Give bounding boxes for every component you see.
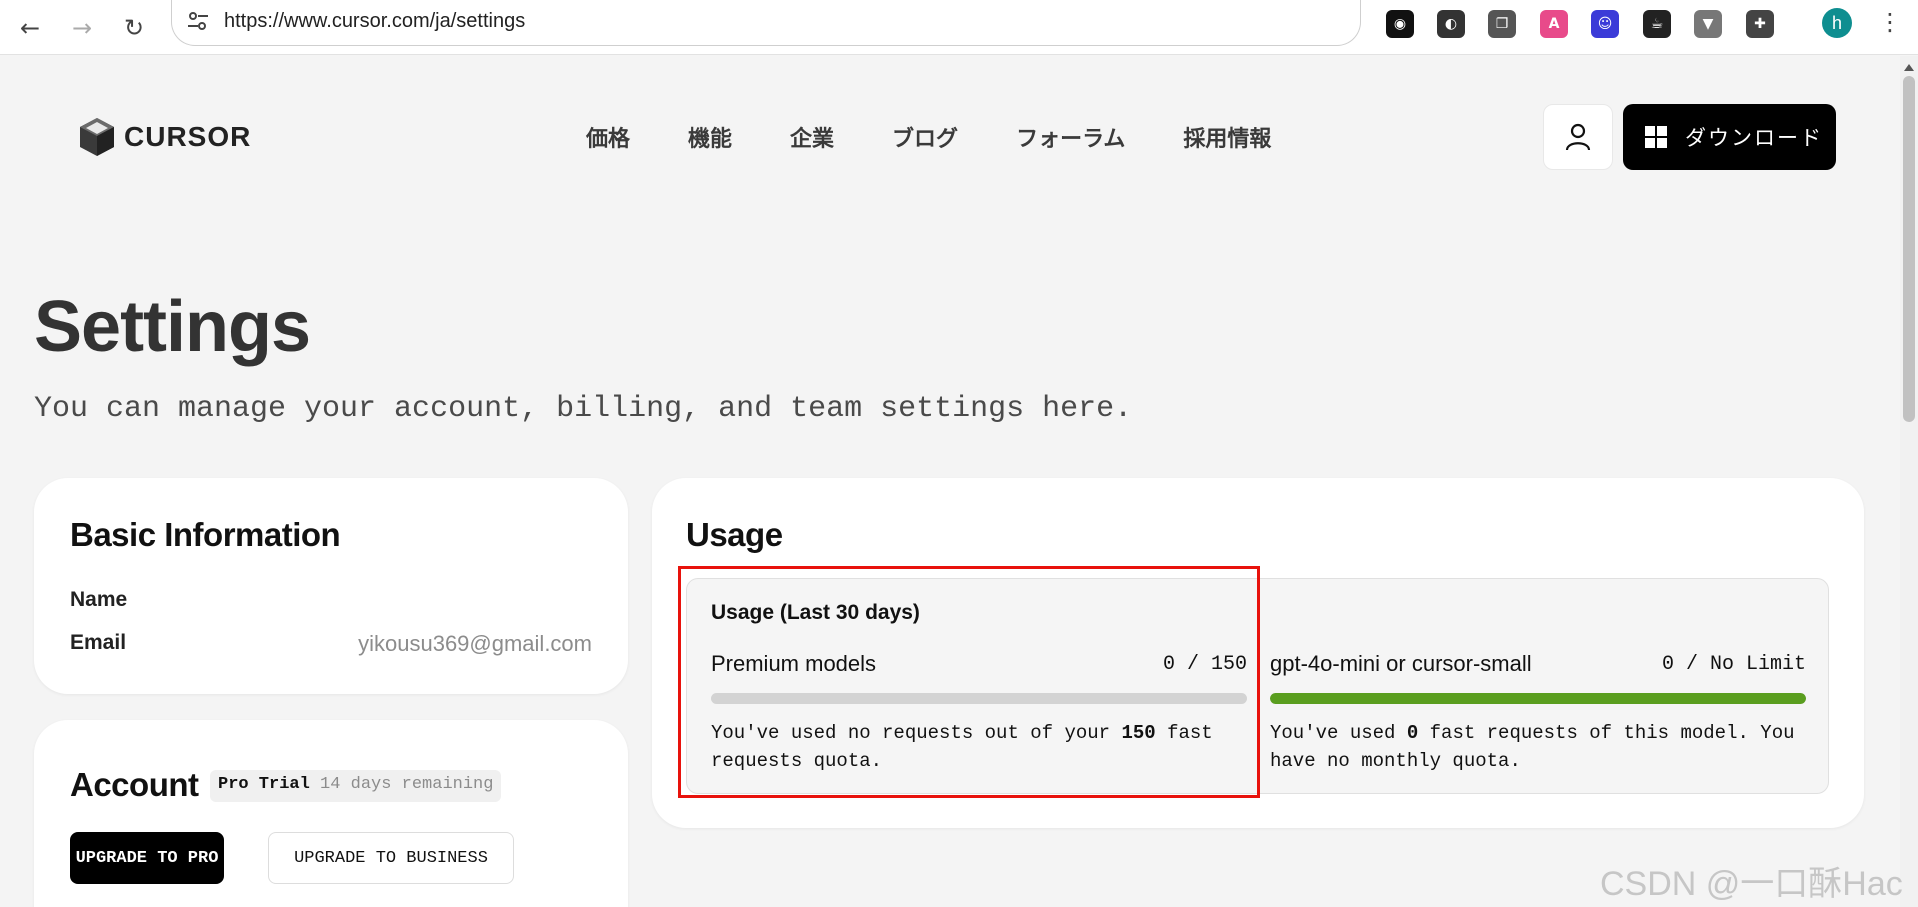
nav-blog[interactable]: ブログ xyxy=(892,121,958,153)
model-count: 0 / No Limit xyxy=(1661,653,1806,676)
name-label: Name xyxy=(70,588,128,611)
usage-progress-fill xyxy=(1270,693,1806,704)
basic-information-title: Basic Information xyxy=(70,516,341,553)
back-icon[interactable]: ← xyxy=(10,8,50,48)
usage-title: Usage xyxy=(686,516,783,553)
plan-name: Pro Trial xyxy=(218,775,310,794)
windows-icon xyxy=(1645,126,1667,148)
cup-extension-icon[interactable]: ☕ xyxy=(1643,10,1671,38)
plan-remaining: 14 days remaining xyxy=(320,775,494,794)
mask-extension-icon[interactable]: ◉ xyxy=(1386,10,1414,38)
plan-badge: Pro Trial 14 days remaining xyxy=(210,770,502,802)
cursor-cube-icon xyxy=(80,118,114,156)
desc-pre: You've used xyxy=(1270,722,1407,744)
account-button[interactable] xyxy=(1543,104,1613,170)
annotation-highlight-box xyxy=(678,566,1260,798)
usage-progress-bar xyxy=(1270,693,1806,704)
page-subtitle: You can manage your account, billing, an… xyxy=(34,392,1133,426)
address-bar[interactable]: https://www.cursor.com/ja/settings xyxy=(171,0,1361,46)
reload-icon[interactable]: ↻ xyxy=(114,8,154,48)
profile-avatar[interactable]: h xyxy=(1822,8,1852,38)
usage-description: You've used 0 fast requests of this mode… xyxy=(1270,719,1806,775)
nav-features[interactable]: 機能 xyxy=(688,121,732,153)
browser-menu-icon[interactable]: ⋮ xyxy=(1878,8,1902,38)
nav-enterprise[interactable]: 企業 xyxy=(790,121,834,153)
page-title: Settings xyxy=(34,287,311,367)
cursor-logo[interactable]: CURSOR xyxy=(78,116,251,158)
scroll-up-arrow-icon[interactable] xyxy=(1904,64,1914,71)
copy-extension-icon[interactable]: ❐ xyxy=(1488,10,1516,38)
email-label: Email xyxy=(70,631,127,654)
top-navigation: 価格 機能 企業 ブログ フォーラム 採用情報 xyxy=(586,121,1329,153)
upgrade-to-business-button[interactable]: UPGRADE TO BUSINESS xyxy=(268,832,514,884)
site-settings-icon[interactable] xyxy=(186,9,210,33)
desc-used: 0 xyxy=(1406,722,1419,744)
scroll-thumb[interactable] xyxy=(1903,76,1915,422)
vue-extension-icon[interactable]: ▼ xyxy=(1694,10,1722,38)
model-name: gpt-4o-mini or cursor-small xyxy=(1270,651,1532,676)
download-label: ダウンロード xyxy=(1685,126,1823,150)
translate-extension-icon[interactable]: A xyxy=(1540,10,1568,38)
logo-text: CURSOR xyxy=(124,121,252,152)
watermark: CSDN @一口酥Hac xyxy=(1600,865,1903,903)
url-text[interactable]: https://www.cursor.com/ja/settings xyxy=(224,10,525,33)
face-extension-icon[interactable]: ☺ xyxy=(1591,10,1619,38)
forward-icon[interactable]: → xyxy=(62,8,102,48)
upgrade-to-pro-button[interactable]: UPGRADE TO PRO xyxy=(70,832,224,884)
download-button[interactable]: ダウンロード xyxy=(1623,104,1836,170)
nav-careers[interactable]: 採用情報 xyxy=(1183,121,1271,153)
user-icon xyxy=(1565,123,1591,151)
spy-extension-icon[interactable]: ◐ xyxy=(1437,10,1465,38)
nav-forum[interactable]: フォーラム xyxy=(1016,121,1125,153)
email-value: yikousu369@gmail.com xyxy=(358,631,592,656)
account-card: Account Pro Trial 14 days remaining UPGR… xyxy=(34,720,628,907)
browser-toolbar: ← → ↻ https://www.cursor.com/ja/settings… xyxy=(0,0,1918,55)
nav-pricing[interactable]: 価格 xyxy=(586,121,630,153)
puzzle-extension-icon[interactable]: ✚ xyxy=(1746,10,1774,38)
account-title: Account xyxy=(70,766,199,803)
basic-information-card: Basic Information Name Email yikousu369@… xyxy=(34,478,628,694)
